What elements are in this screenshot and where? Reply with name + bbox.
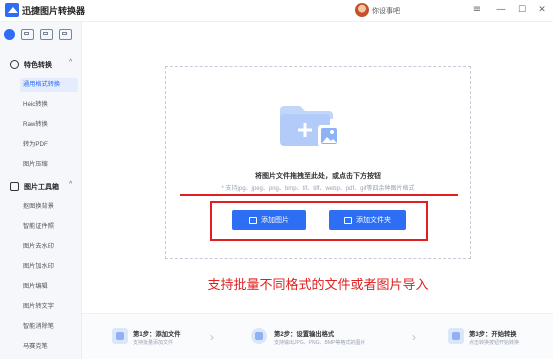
chevron-up-icon: ^ <box>69 59 73 66</box>
convert-start-icon <box>448 328 464 344</box>
steps-bar: 第1步：添加文件 支持批量添加文件 › 第2步：设置输出格式 支持输出JPG、P… <box>82 313 553 359</box>
settings-gear-icon <box>251 328 267 344</box>
sidebar-item-edit[interactable]: 图片编辑 <box>20 280 78 294</box>
sidebar-toolbar <box>4 29 72 43</box>
close-button[interactable]: ✕ <box>535 3 549 17</box>
image-icon <box>249 216 257 224</box>
menu-icon[interactable]: ≡ <box>470 3 484 17</box>
drop-zone-title: 将图片文件拖拽至此处，或点击下方按钮 <box>255 173 381 180</box>
step-2-title: 第2步：设置输出格式 <box>274 331 335 338</box>
sidebar-item-mosaic[interactable]: 马赛克笔 <box>20 340 78 354</box>
sidebar-item-eraser[interactable]: 智能消除笔 <box>20 320 78 334</box>
sidebar-item-add-watermark[interactable]: 图片加水印 <box>20 260 78 274</box>
add-folder-label: 添加文件夹 <box>356 217 391 224</box>
app-logo-icon <box>5 3 19 17</box>
add-image-button[interactable]: 添加图片 <box>232 210 306 230</box>
supported-formats-hint: * 支持jpg、jpeg、png、bmp、tif、tiff、webp、pdf、g… <box>221 186 415 192</box>
sidebar-group-label: 图片工具箱 <box>24 184 59 191</box>
app-title: 迅捷图片转换器 <box>22 6 86 16</box>
image-tool-icon[interactable] <box>21 29 34 40</box>
minimize-button[interactable]: — <box>494 3 508 17</box>
convert-icon <box>10 60 19 69</box>
step-3-title: 第3步：开始转换 <box>469 331 517 338</box>
user-name[interactable]: 你设事吧 <box>372 6 400 16</box>
home-icon[interactable] <box>4 29 15 40</box>
sidebar-item-heic[interactable]: Heic转换 <box>20 98 78 112</box>
folder-icon <box>344 216 352 224</box>
annotation-underline <box>180 194 458 196</box>
chevron-up-icon: ^ <box>69 181 73 188</box>
step-1-desc: 支持批量添加文件 <box>133 340 174 346</box>
step-1-title: 第1步：添加文件 <box>133 331 181 338</box>
toolbox-icon <box>10 182 19 191</box>
sidebar-item-remove-watermark[interactable]: 图片去水印 <box>20 240 78 254</box>
sidebar-item-cutout[interactable]: 抠图换背景 <box>20 200 78 214</box>
folder-image-icon <box>280 106 340 147</box>
sidebar-group-label: 特色转换 <box>24 62 52 69</box>
sidebar-item-id-photo[interactable]: 智能证件照 <box>20 220 78 234</box>
annotation-text: 支持批量不同格式的文件或者图片导入 <box>207 277 429 292</box>
copy-icon[interactable] <box>59 29 72 40</box>
add-folder-button[interactable]: 添加文件夹 <box>329 210 406 230</box>
user-avatar[interactable] <box>355 3 369 17</box>
sidebar-item-ocr[interactable]: 图片转文字 <box>20 300 78 314</box>
chevron-right-icon: › <box>210 330 214 344</box>
chevron-right-icon: › <box>412 330 416 344</box>
sidebar-item-general-convert[interactable]: 通用格式转换 <box>20 78 78 92</box>
sidebar-group-featured[interactable]: 特色转换 ^ <box>0 58 82 72</box>
sidebar-item-to-pdf[interactable]: 转为PDF <box>20 138 78 152</box>
add-image-label: 添加图片 <box>261 217 289 224</box>
gallery-icon[interactable] <box>40 29 53 40</box>
step-2-desc: 支持输出JPG、PNG、BMP等格式的图片 <box>274 340 366 346</box>
add-file-icon <box>112 328 128 344</box>
sidebar: 特色转换 ^ 通用格式转换 Heic转换 Raw转换 转为PDF 图片压缩 图片… <box>0 22 82 359</box>
step-3-desc: 点击转换按钮开始转换 <box>469 340 520 346</box>
sidebar-item-raw[interactable]: Raw转换 <box>20 118 78 132</box>
maximize-button[interactable]: ☐ <box>515 3 529 17</box>
sidebar-item-compress[interactable]: 图片压缩 <box>20 158 78 172</box>
title-bar: 迅捷图片转换器 你设事吧 ≡ — ☐ ✕ <box>0 0 553 22</box>
sidebar-group-toolbox[interactable]: 图片工具箱 ^ <box>0 180 82 194</box>
